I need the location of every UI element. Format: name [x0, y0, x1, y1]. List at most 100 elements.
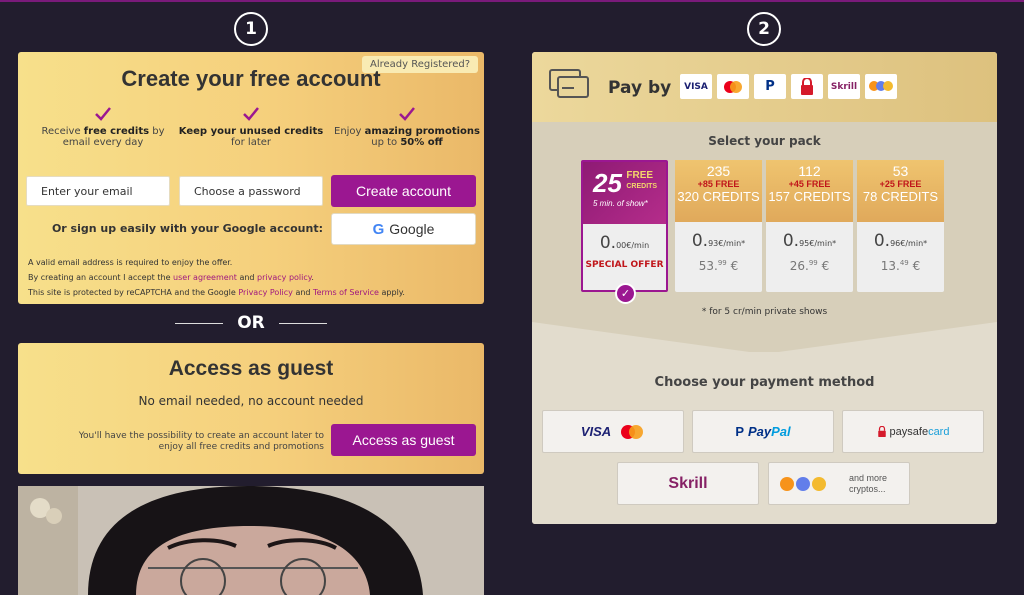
pack-total-int: 53.	[698, 259, 718, 273]
google-signup-button[interactable]: G Google	[331, 213, 476, 245]
pack-price: 0.93€/min*	[675, 231, 762, 251]
benefit-bold: free credits	[83, 126, 150, 137]
benefit-promotions: Enjoy amazing promotions up to 50% off	[332, 107, 482, 148]
user-agreement-link[interactable]: user agreement	[173, 273, 237, 282]
method-skrill[interactable]: Skrill	[617, 462, 759, 505]
benefit-text: Enjoy	[334, 126, 365, 137]
paypal-label-pay: Pay	[748, 424, 772, 439]
pack-total-int: 26.	[789, 259, 809, 273]
pack-price: 0.00€/min	[583, 233, 666, 253]
google-privacy-link[interactable]: Privacy Policy	[238, 288, 293, 297]
google-icon: G	[372, 220, 385, 238]
password-field[interactable]: Choose a password	[179, 176, 323, 206]
paypal-label-pal: Pal	[771, 424, 791, 439]
pack-total-dec: 99	[717, 259, 727, 267]
model-photo	[18, 486, 484, 595]
pack-price-dec: 96€	[890, 239, 906, 248]
benefit-text: up to	[371, 137, 401, 148]
create-account-button[interactable]: Create account	[331, 175, 476, 207]
pack-price-unit: /min*	[814, 239, 837, 248]
pack-price: 0.95€/min*	[766, 231, 853, 251]
step-two-badge: 2	[747, 12, 781, 46]
guest-title: Access as guest	[168, 357, 334, 380]
pack-show-label: 5 min. of show*	[593, 199, 648, 208]
access-as-guest-button[interactable]: Access as guest	[331, 424, 476, 456]
pack-credits-label: CREDITS	[626, 183, 658, 190]
or-label: OR	[237, 313, 265, 333]
pack-free-label: FREE	[626, 170, 654, 181]
pack-total-dec: 49	[899, 259, 909, 267]
pack-112[interactable]: 112 +45 FREE 157 CREDITS 0.95€/min* 26.9…	[766, 160, 853, 292]
crypto-icon	[780, 476, 826, 491]
method-paypal[interactable]: P Pay Pal	[692, 410, 834, 453]
visa-logo: VISA	[680, 74, 712, 99]
benefit-bold: amazing promotions	[364, 126, 480, 137]
pack-credits: 157 CREDITS	[768, 189, 851, 204]
pack-price-unit: /min*	[723, 239, 746, 248]
recaptcha-text: apply.	[378, 288, 405, 297]
method-paysafecard[interactable]: paysafe card	[842, 410, 984, 453]
crypto-label: and more cryptos...	[849, 472, 888, 494]
pack-price-int: 0.	[782, 231, 800, 251]
lock-icon	[877, 425, 886, 437]
select-pack-title: Select your pack	[708, 134, 821, 148]
pack-number: 112	[798, 163, 821, 179]
pack-credits: 320 CREDITS	[677, 189, 760, 204]
pack-footnote: * for 5 cr/min private shows	[701, 307, 828, 317]
pack-price-int: 0.	[599, 233, 617, 253]
create-account-title: Create your free account	[121, 66, 381, 91]
terms-of-service-link[interactable]: Terms of Service	[313, 288, 379, 297]
benefit-free-credits: Receive free credits by email every day	[28, 107, 178, 148]
skrill-logo: Skrill	[828, 74, 860, 99]
pack-header: 53 +25 FREE 78 CREDITS	[857, 160, 944, 222]
special-offer-label: SPECIAL OFFER	[585, 260, 664, 270]
pack-235[interactable]: 235 +85 FREE 320 CREDITS 0.93€/min* 53.9…	[675, 160, 762, 292]
pack-currency: €	[821, 259, 830, 273]
agreement-text: By creating an account I accept the	[28, 273, 174, 282]
pack-header: 235 +85 FREE 320 CREDITS	[675, 160, 762, 222]
google-button-label: Google	[389, 221, 435, 237]
lock-icon	[801, 77, 813, 95]
guest-subtitle: No email needed, no account needed	[138, 394, 364, 408]
check-icon	[243, 107, 259, 121]
pack-big-number: 25	[593, 168, 622, 198]
pack-price: 0.96€/min*	[857, 231, 944, 251]
payment-panel: Pay by VISA P Skrill Select your pack 25…	[532, 52, 997, 524]
pack-price-int: 0.	[873, 231, 891, 251]
pack-credits: 78 CREDITS	[862, 189, 939, 204]
divider-line	[278, 322, 327, 324]
or-divider: OR	[18, 313, 484, 333]
selected-check-icon: ✓	[615, 283, 636, 304]
email-field[interactable]: Enter your email	[26, 176, 170, 206]
method-crypto[interactable]: and more cryptos...	[768, 462, 910, 505]
pack-header: 112 +45 FREE 157 CREDITS	[766, 160, 853, 222]
recaptcha-text: and	[292, 288, 314, 297]
pack-header: 25 FREE CREDITS 5 min. of show*	[583, 162, 666, 224]
mastercard-icon	[621, 424, 644, 439]
top-accent-line	[0, 0, 1024, 2]
pack-price-int: 0.	[691, 231, 709, 251]
agreement-text: and	[236, 273, 258, 282]
pack-total: 26.99 €	[766, 259, 853, 273]
pay-by-header: Pay by VISA P Skrill	[532, 52, 997, 122]
check-icon	[95, 107, 111, 121]
pack-price-dec: 00€	[616, 241, 632, 250]
method-visa-mastercard[interactable]: VISA	[542, 410, 684, 453]
benefit-bold: 50% off	[400, 137, 443, 148]
privacy-policy-link[interactable]: privacy policy	[257, 273, 311, 282]
pack-free: +25 FREE	[879, 179, 922, 189]
recaptcha-text: This site is protected by reCAPTCHA and …	[28, 288, 239, 297]
pack-25-free[interactable]: 25 FREE CREDITS 5 min. of show* 0.00€/mi…	[581, 160, 668, 292]
crypto-icon	[869, 80, 893, 91]
pack-total: 53.99 €	[675, 259, 762, 273]
pack-number: 53	[892, 163, 909, 179]
pack-53[interactable]: 53 +25 FREE 78 CREDITS 0.96€/min* 13.49 …	[857, 160, 944, 292]
paypal-logo: P	[754, 74, 786, 99]
step-one-badge: 1	[234, 12, 268, 46]
create-account-panel: Already Registered? Create your free acc…	[18, 52, 484, 304]
pay-by-label: Pay by	[608, 78, 672, 98]
agreement-text: .	[311, 273, 314, 282]
guest-access-panel: Access as guest No email needed, no acco…	[18, 343, 484, 474]
credit-card-icon	[549, 69, 589, 98]
pack-total: 13.49 €	[857, 259, 944, 273]
